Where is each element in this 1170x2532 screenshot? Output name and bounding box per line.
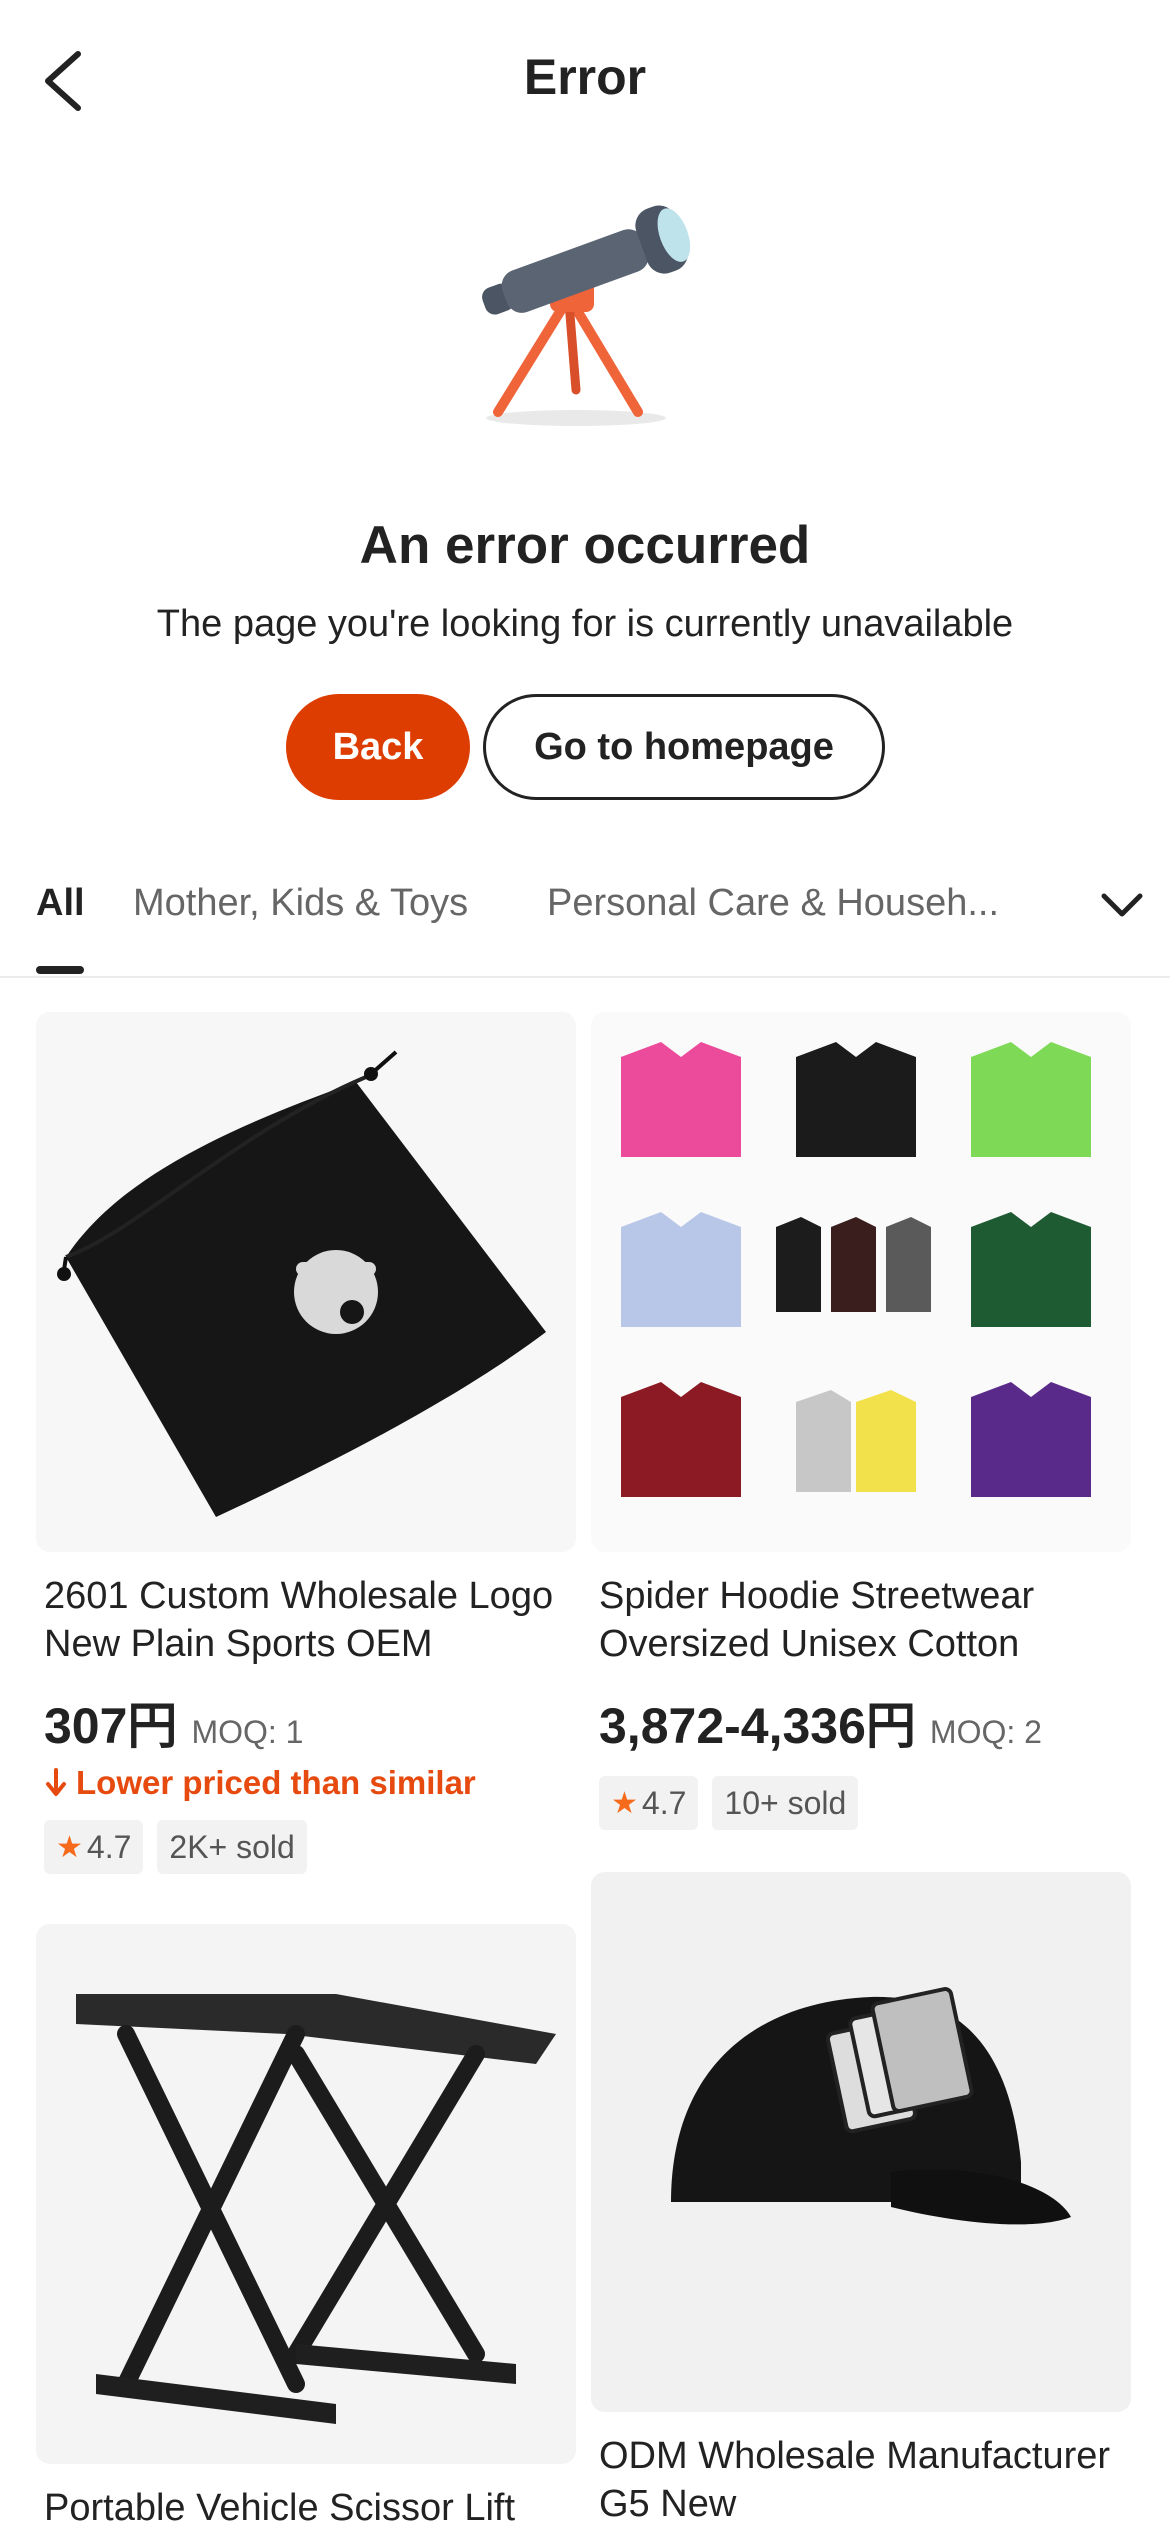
- product-card[interactable]: ODM Wholesale Manufacturer G5 New: [591, 1872, 1131, 2528]
- product-image[interactable]: [36, 1924, 576, 2464]
- product-price: 3,872-4,336円: [599, 1698, 916, 1754]
- price-row: 3,872-4,336円 MOQ: 2: [599, 1686, 1123, 1758]
- product-image[interactable]: [36, 1012, 576, 1552]
- drawstring-bag-image: [36, 1012, 576, 1552]
- product-card[interactable]: Portable Vehicle Scissor Lift: [36, 1924, 576, 2532]
- tab-all[interactable]: All: [36, 882, 85, 925]
- category-tabs: All Mother, Kids & Toys Personal Care & …: [0, 870, 1170, 978]
- price-row: 307円 MOQ: 1: [44, 1686, 568, 1758]
- arrow-down-icon: [46, 1768, 66, 1796]
- promo-label: Lower priced than similar: [44, 1764, 568, 1802]
- sold-badge: 2K+ sold: [157, 1820, 307, 1874]
- rating-value: 4.7: [86, 1828, 132, 1865]
- product-moq: MOQ: 2: [929, 1714, 1042, 1750]
- product-title[interactable]: 2601 Custom Wholesale Logo New Plain Spo…: [44, 1572, 568, 1668]
- product-image[interactable]: [591, 1872, 1131, 2412]
- rating-value: 4.7: [641, 1784, 687, 1821]
- product-badges: ★ 4.7 10+ sold: [599, 1776, 1123, 1830]
- active-tab-indicator: [36, 966, 84, 974]
- tab-mother-kids-toys[interactable]: Mother, Kids & Toys: [133, 882, 468, 925]
- product-badges: ★ 4.7 2K+ sold: [44, 1820, 568, 1874]
- header: Error: [0, 0, 1170, 160]
- product-title[interactable]: ODM Wholesale Manufacturer G5 New: [599, 2432, 1123, 2528]
- product-title[interactable]: Spider Hoodie Streetwear Oversized Unise…: [599, 1572, 1123, 1668]
- black-cap-image: [591, 1872, 1131, 2412]
- rating-badge: ★ 4.7: [44, 1820, 144, 1874]
- product-card[interactable]: 2601 Custom Wholesale Logo New Plain Spo…: [36, 1012, 576, 1874]
- scissor-lift-image: [36, 1924, 576, 2464]
- error-title: An error occurred: [359, 516, 811, 575]
- hoodies-grid-image: [591, 1012, 1131, 1552]
- product-price: 307円: [44, 1698, 178, 1754]
- star-icon: ★: [56, 1830, 83, 1864]
- go-to-homepage-button[interactable]: Go to homepage: [483, 694, 885, 800]
- product-card[interactable]: Spider Hoodie Streetwear Oversized Unise…: [591, 1012, 1131, 1830]
- rating-badge: ★ 4.7: [599, 1776, 699, 1830]
- product-title[interactable]: Portable Vehicle Scissor Lift: [44, 2484, 568, 2532]
- telescope-illustration: [482, 205, 691, 426]
- tab-personal-care[interactable]: Personal Care & Househ...: [547, 882, 999, 925]
- star-icon: ★: [611, 1786, 638, 1820]
- product-moq: MOQ: 1: [191, 1714, 304, 1750]
- sold-badge: 10+ sold: [712, 1776, 859, 1830]
- back-button[interactable]: Back: [286, 694, 470, 800]
- promo-text: Lower priced than similar: [76, 1764, 476, 1801]
- error-message: The page you're looking for is currently…: [156, 603, 1014, 645]
- product-image[interactable]: [591, 1012, 1131, 1552]
- chevron-down-icon[interactable]: [1098, 884, 1146, 924]
- page-title: Error: [523, 49, 647, 105]
